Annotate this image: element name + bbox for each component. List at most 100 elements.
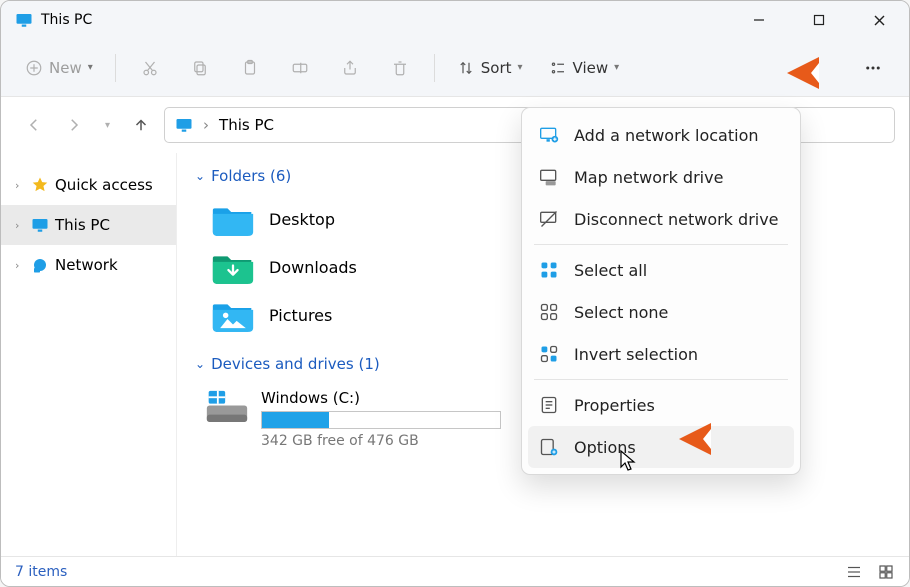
options-icon xyxy=(538,437,560,457)
nav-item-this-pc[interactable]: › This PC xyxy=(1,205,176,245)
menu-label: Select all xyxy=(574,261,647,280)
window-title: This PC xyxy=(41,12,92,28)
tiles-view-button[interactable] xyxy=(877,563,895,581)
chevron-down-icon: ▾ xyxy=(614,62,619,73)
monitor-add-icon xyxy=(538,125,560,145)
history-dropdown[interactable]: ▾ xyxy=(105,120,110,131)
sort-label: Sort xyxy=(481,59,512,77)
cut-icon xyxy=(141,59,159,77)
more-menu: Add a network location Map network drive… xyxy=(521,107,801,475)
callout-arrow-icon xyxy=(781,53,821,93)
menu-label: Map network drive xyxy=(574,168,723,187)
maximize-button[interactable] xyxy=(789,1,849,39)
cursor-icon xyxy=(619,449,637,476)
menu-add-network-location[interactable]: Add a network location xyxy=(528,114,794,156)
properties-icon xyxy=(538,395,560,415)
toolbar: New ▾ xyxy=(1,39,909,97)
monitor-disconnect-icon xyxy=(538,209,560,229)
separator xyxy=(115,54,116,82)
copy-button[interactable] xyxy=(178,50,222,86)
select-all-icon xyxy=(538,260,560,280)
new-label: New xyxy=(49,59,82,77)
explorer-window: This PC New ▾ xyxy=(0,0,910,587)
group-label: Devices and drives (1) xyxy=(211,355,380,373)
back-button[interactable] xyxy=(25,116,43,134)
expander-icon[interactable]: › xyxy=(15,259,25,272)
menu-disconnect-network-drive[interactable]: Disconnect network drive xyxy=(528,198,794,240)
nav-item-network[interactable]: › Network xyxy=(1,245,176,285)
breadcrumb-location[interactable]: This PC xyxy=(219,116,274,134)
chevron-right-icon: › xyxy=(203,116,209,134)
chevron-down-icon: ▾ xyxy=(518,62,523,73)
network-icon xyxy=(31,256,49,274)
navigation-pane: › Quick access › This PC › Network xyxy=(1,153,177,556)
sort-icon xyxy=(457,59,475,77)
menu-options[interactable]: Options xyxy=(528,426,794,468)
view-button[interactable]: View ▾ xyxy=(539,50,630,86)
separator xyxy=(434,54,435,82)
menu-label: Select none xyxy=(574,303,668,322)
forward-button[interactable] xyxy=(65,116,83,134)
menu-properties[interactable]: Properties xyxy=(528,384,794,426)
star-icon xyxy=(31,176,49,194)
share-icon xyxy=(341,59,359,77)
folder-label: Desktop xyxy=(269,210,335,229)
trash-icon xyxy=(391,59,409,77)
nav-item-quick-access[interactable]: › Quick access xyxy=(1,165,176,205)
monitor-icon xyxy=(15,11,33,29)
group-label: Folders (6) xyxy=(211,167,291,185)
nav-label: This PC xyxy=(55,216,110,234)
chevron-down-icon: ⌄ xyxy=(195,169,205,183)
menu-select-none[interactable]: Select none xyxy=(528,291,794,333)
nav-label: Network xyxy=(55,256,118,274)
nav-label: Quick access xyxy=(55,176,153,194)
sort-button[interactable]: Sort ▾ xyxy=(447,50,533,86)
menu-label: Invert selection xyxy=(574,345,698,364)
folder-label: Downloads xyxy=(269,258,357,277)
menu-map-network-drive[interactable]: Map network drive xyxy=(528,156,794,198)
paste-button[interactable] xyxy=(228,50,272,86)
ellipsis-icon xyxy=(861,59,885,77)
invert-selection-icon xyxy=(538,344,560,364)
menu-label: Properties xyxy=(574,396,655,415)
plus-circle-icon xyxy=(25,59,43,77)
drive-usage-bar xyxy=(261,411,501,429)
titlebar: This PC xyxy=(1,1,909,39)
up-button[interactable] xyxy=(132,116,150,134)
delete-button[interactable] xyxy=(378,50,422,86)
menu-label: Add a network location xyxy=(574,126,759,145)
folder-icon xyxy=(211,249,255,285)
menu-separator xyxy=(534,379,788,380)
rename-button[interactable] xyxy=(278,50,322,86)
new-button[interactable]: New ▾ xyxy=(15,50,103,86)
view-label: View xyxy=(573,59,609,77)
share-button[interactable] xyxy=(328,50,372,86)
cut-button[interactable] xyxy=(128,50,172,86)
menu-invert-selection[interactable]: Invert selection xyxy=(528,333,794,375)
menu-select-all[interactable]: Select all xyxy=(528,249,794,291)
chevron-down-icon: ▾ xyxy=(88,62,93,73)
callout-arrow-icon xyxy=(673,419,713,459)
expander-icon[interactable]: › xyxy=(15,219,25,232)
minimize-button[interactable] xyxy=(729,1,789,39)
details-view-button[interactable] xyxy=(845,563,863,581)
statusbar: 7 items xyxy=(1,556,909,586)
expander-icon[interactable]: › xyxy=(15,179,25,192)
close-button[interactable] xyxy=(849,1,909,39)
copy-icon xyxy=(191,59,209,77)
paste-icon xyxy=(241,59,259,77)
monitor-drive-icon xyxy=(538,167,560,187)
menu-label: Disconnect network drive xyxy=(574,210,779,229)
folder-icon xyxy=(211,297,255,333)
rename-icon xyxy=(291,59,309,77)
monitor-icon xyxy=(175,116,193,134)
select-none-icon xyxy=(538,302,560,322)
folder-label: Pictures xyxy=(269,306,332,325)
drive-icon xyxy=(205,389,249,425)
drive-usage-fill xyxy=(262,412,329,428)
window-controls xyxy=(729,1,909,39)
monitor-icon xyxy=(31,216,49,234)
more-button[interactable] xyxy=(851,50,895,86)
view-icon xyxy=(549,59,567,77)
item-count: 7 items xyxy=(15,564,67,580)
